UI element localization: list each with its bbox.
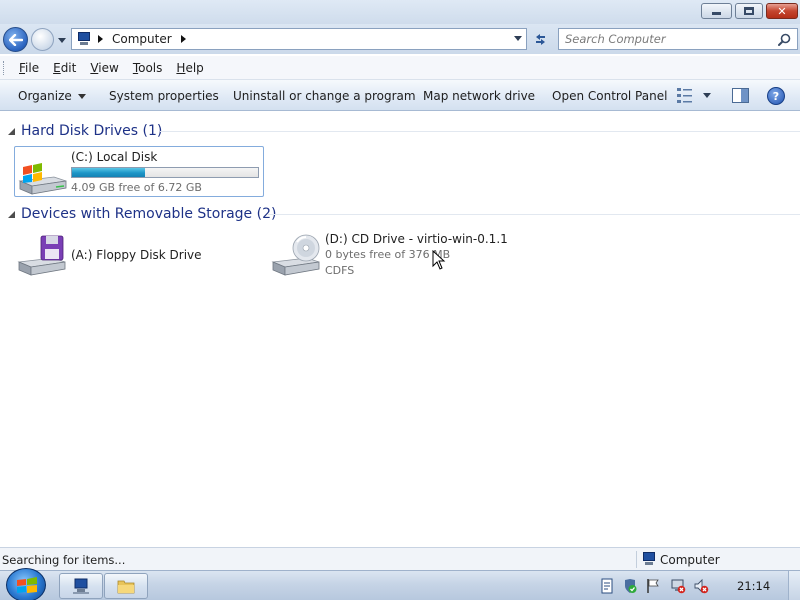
back-button[interactable] (3, 27, 28, 52)
group-divider (160, 131, 800, 132)
group-header-removable[interactable]: Devices with Removable Storage (2) (0, 205, 800, 223)
breadcrumb-computer[interactable]: Computer (112, 32, 172, 46)
menu-tools[interactable]: Tools (130, 59, 166, 77)
volume-muted-icon[interactable] (693, 578, 709, 594)
menu-tools-rest: ools (138, 60, 163, 75)
menu-file-rest: ile (25, 60, 40, 75)
change-view-icon[interactable] (677, 88, 693, 103)
collapse-triangle-icon[interactable] (8, 211, 15, 218)
collapse-triangle-icon[interactable] (8, 128, 15, 135)
taskbar-server-manager[interactable] (59, 573, 103, 599)
status-divider (636, 551, 637, 568)
recent-pages-dropdown[interactable] (56, 34, 68, 46)
windows-logo-icon (17, 577, 37, 593)
minimize-icon (712, 12, 721, 15)
address-history-dropdown-icon[interactable] (514, 36, 522, 41)
drive-filesystem: CDFS (325, 264, 355, 277)
menu-help[interactable]: Help (173, 59, 206, 77)
menu-bar: File Edit View Tools Help (0, 56, 800, 80)
taskbar-clock[interactable]: 21:14 (737, 579, 770, 593)
menu-view[interactable]: View (87, 59, 121, 77)
map-network-drive-button[interactable]: Map network drive (423, 89, 535, 103)
drive-usage-fill (72, 168, 145, 177)
refresh-icon (535, 33, 545, 45)
refresh-button[interactable] (529, 28, 551, 50)
group-title: Hard Disk Drives (1) (21, 123, 163, 139)
search-icon[interactable] (778, 33, 791, 46)
drive-name: (D:) CD Drive - virtio-win-0.1.1 (325, 232, 508, 246)
drive-c-tile[interactable]: (C:) Local Disk 4.09 GB free of 6.72 GB (14, 146, 264, 197)
mouse-cursor-icon (432, 250, 446, 270)
group-title: Devices with Removable Storage (2) (21, 206, 277, 222)
status-location: Computer (660, 553, 720, 567)
chevron-down-icon (58, 37, 66, 43)
menu-view-rest: iew (98, 60, 119, 75)
search-box[interactable] (558, 28, 798, 50)
status-bar: Searching for items... Computer (0, 547, 800, 570)
maximize-button[interactable] (735, 3, 763, 19)
group-header-hard-disks[interactable]: Hard Disk Drives (1) (0, 122, 800, 140)
cd-drive-icon (271, 234, 320, 276)
drive-usage-bar (71, 167, 259, 178)
uninstall-program-button[interactable]: Uninstall or change a program (233, 89, 416, 103)
action-center-flag-icon[interactable] (645, 578, 661, 594)
organize-label: Organize (18, 89, 72, 103)
help-icon[interactable]: ? (767, 87, 785, 105)
file-view: Hard Disk Drives (1) (C:) Local Disk 4.0… (0, 111, 800, 547)
folder-icon (117, 580, 135, 594)
document-icon[interactable] (599, 578, 615, 594)
group-divider (268, 214, 800, 215)
drive-free-space: 4.09 GB free of 6.72 GB (71, 181, 202, 194)
status-text: Searching for items... (2, 553, 126, 567)
forward-button[interactable] (31, 28, 54, 51)
floppy-drive-icon (17, 235, 66, 276)
view-options-dropdown-icon[interactable] (703, 93, 711, 98)
drive-d-tile[interactable]: (D:) CD Drive - virtio-win-0.1.1 0 bytes… (268, 229, 528, 287)
server-manager-icon (73, 578, 89, 594)
close-button[interactable]: ✕ (766, 3, 798, 19)
menu-grip (3, 61, 6, 75)
system-properties-button[interactable]: System properties (109, 89, 219, 103)
menu-edit-accel: E (53, 60, 61, 75)
menu-file[interactable]: File (16, 59, 42, 77)
preview-pane-icon[interactable] (732, 88, 749, 103)
show-desktop-button[interactable] (788, 571, 800, 600)
taskbar-windows-explorer[interactable] (104, 573, 148, 599)
restore-icon (744, 7, 754, 15)
breadcrumb-arrow-icon[interactable] (98, 35, 103, 43)
chevron-down-icon (77, 94, 86, 99)
computer-icon (76, 32, 92, 46)
menu-help-rest: elp (185, 60, 204, 75)
close-icon: ✕ (777, 4, 787, 18)
command-bar: Organize System properties Uninstall or … (0, 80, 800, 111)
windows-drive-icon (18, 163, 67, 195)
computer-icon (641, 552, 657, 566)
search-input[interactable] (565, 30, 775, 48)
minimize-button[interactable] (701, 3, 732, 19)
taskbar: 21:14 (0, 568, 800, 600)
drive-a-tile[interactable]: (A:) Floppy Disk Drive (14, 229, 264, 279)
address-bar[interactable]: Computer (71, 28, 527, 50)
breadcrumb-arrow-icon[interactable] (180, 35, 186, 43)
window-title-bar: ✕ (0, 0, 800, 24)
system-tray: 21:14 (592, 571, 800, 600)
start-button[interactable] (6, 568, 46, 600)
drive-name: (A:) Floppy Disk Drive (71, 248, 202, 262)
organize-button[interactable]: Organize (18, 89, 86, 103)
security-shield-icon[interactable] (622, 578, 638, 594)
back-arrow-icon (8, 33, 23, 46)
menu-edit[interactable]: Edit (50, 59, 79, 77)
open-control-panel-button[interactable]: Open Control Panel (552, 89, 667, 103)
menu-edit-rest: dit (60, 60, 77, 75)
navigation-bar: Computer (0, 24, 800, 54)
network-disconnected-icon[interactable] (670, 578, 686, 594)
drive-name: (C:) Local Disk (71, 150, 158, 164)
